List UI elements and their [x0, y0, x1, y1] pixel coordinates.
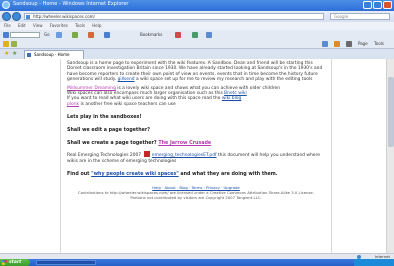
url-text: http://wheeler.wikispaces.com/ [33, 14, 95, 19]
feeds-icon[interactable] [334, 41, 340, 47]
windows-flag-icon [2, 260, 7, 265]
edit-page-heading: Shall we edit a page together? [67, 128, 151, 134]
taskbar: start [0, 259, 394, 266]
find-out-heading: Find out "why people create wiki spaces"… [67, 172, 278, 178]
tab-label: Sandsoup - Home [34, 52, 70, 57]
favorites-star-icon[interactable]: ★ [4, 50, 9, 57]
create-page-heading: Shall we create a page together? The Jar… [67, 141, 212, 147]
print-icon[interactable] [346, 41, 352, 47]
page-footer: Help · About · Blog · Terms · Privacy · … [67, 185, 325, 200]
start-button[interactable]: start [0, 259, 30, 266]
copyright-text: Portions not contributed by visitors are… [130, 195, 262, 201]
menu-tools[interactable]: Tools [75, 23, 85, 28]
page-icon [26, 15, 30, 19]
google-search-field[interactable] [10, 32, 40, 38]
plonk-link[interactable]: plonk [67, 102, 79, 107]
tab-sandsoup-home[interactable]: Sandsoup - Home [24, 50, 84, 59]
taskbar-item-browser[interactable] [36, 260, 96, 265]
jarrow-crusade-link[interactable]: The Jarrow Crusade [158, 141, 211, 146]
home-icon[interactable] [322, 41, 328, 47]
favorites-star-icon[interactable] [3, 41, 9, 47]
toolbar-icon[interactable] [192, 32, 198, 38]
google-logo-icon [3, 32, 9, 38]
toolbar-icon[interactable] [104, 32, 110, 38]
toolbar-favorites: Page Tools [0, 40, 394, 49]
scrollbar-thumb[interactable] [388, 77, 394, 147]
toolbar-icon[interactable] [88, 32, 94, 38]
toolbar-google: Go Bookmarks [0, 30, 394, 40]
page-viewport: Sandsoup is a home page to experiment wi… [0, 59, 394, 253]
menu-bar: File Edit View Favorites Tools Help [0, 22, 394, 30]
tab-bar: ★ ★ Sandsoup - Home [0, 49, 394, 59]
toolbar-icon[interactable] [56, 32, 62, 38]
why-people-create-link[interactable]: "why people create wiki spaces" [91, 172, 179, 177]
back-button[interactable] [2, 12, 11, 21]
address-bar-row: http://wheeler.wikispaces.com/ Google [0, 11, 394, 22]
bookmarks-button[interactable]: Bookmarks [140, 32, 162, 37]
vertical-scrollbar[interactable] [386, 59, 394, 253]
menu-favorites[interactable]: Favorites [50, 23, 68, 28]
close-button[interactable] [383, 1, 392, 9]
system-tray [354, 259, 394, 266]
sandbox-heading: Lets play in the sandboxes! [67, 115, 142, 121]
menu-file[interactable]: File [4, 23, 11, 28]
settings-icon[interactable] [206, 32, 212, 38]
add-favorite-icon[interactable] [11, 41, 17, 47]
url-input[interactable]: http://wheeler.wikispaces.com/ [24, 13, 324, 20]
wiki-blog-link[interactable]: wiki blog [222, 96, 241, 101]
toolbar-icon[interactable] [72, 32, 78, 38]
minimize-button[interactable] [363, 1, 372, 9]
wikispaces-favicon-icon [27, 53, 31, 57]
window-title: Sandsoup - Home - Windows Internet Explo… [13, 1, 129, 7]
maximize-button[interactable] [373, 1, 382, 9]
toolbar-icon[interactable] [175, 32, 181, 38]
menu-view[interactable]: View [33, 23, 43, 28]
forward-button[interactable] [12, 12, 21, 21]
page-menu-button[interactable]: Page [358, 41, 368, 46]
midsummer-paragraph: Midsummer Dreaming is a lovely wiki spac… [67, 85, 280, 107]
go-button[interactable]: Go [44, 32, 50, 37]
intro-paragraph: Sandsoup is a home page to experiment wi… [67, 61, 323, 83]
emerging-technologies-link[interactable]: emerging_technologiesET.pdf [152, 153, 217, 158]
ie-logo-icon [2, 1, 10, 9]
tools-menu-button[interactable]: Tools [374, 41, 384, 46]
menu-help[interactable]: Help [92, 23, 101, 28]
menu-edit[interactable]: Edit [18, 23, 26, 28]
technologies-paragraph: Real Emerging Technologies 2007 emerging… [67, 150, 325, 164]
title-bar: Sandsoup - Home - Windows Internet Explo… [0, 0, 394, 11]
wiki-content: Sandsoup is a home page to experiment wi… [60, 59, 332, 253]
search-input[interactable]: Google [330, 13, 390, 20]
pdf-icon[interactable] [142, 150, 151, 159]
midsummer-link[interactable]: Midsummer Dreaming [67, 86, 116, 91]
add-favorite-icon[interactable]: ★ [12, 50, 17, 57]
gillsend-link[interactable]: gillsend [118, 77, 135, 82]
